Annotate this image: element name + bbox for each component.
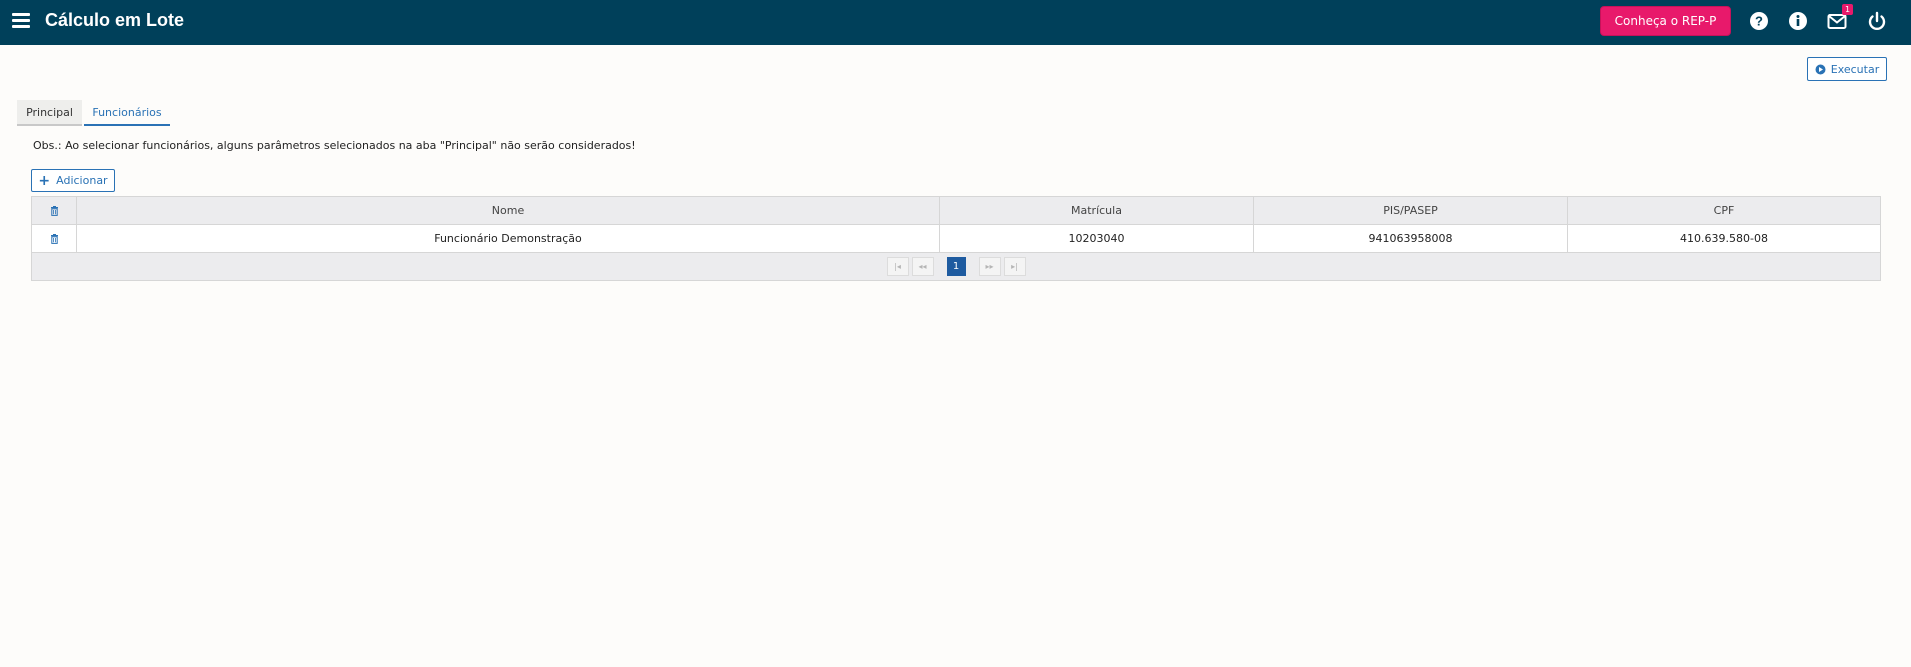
next-page-icon[interactable]: ▸▸ — [978, 257, 1001, 276]
info-icon[interactable] — [1787, 10, 1809, 32]
current-page-button[interactable]: 1 — [946, 257, 966, 276]
execute-label: Executar — [1830, 62, 1880, 76]
column-header-cpf[interactable]: CPF — [1568, 197, 1880, 224]
add-label: Adicionar — [56, 174, 108, 187]
tab-principal[interactable]: Principal — [17, 100, 82, 126]
cell-matricula: 10203040 — [940, 225, 1254, 252]
svg-text:?: ? — [1755, 14, 1763, 29]
cell-nome: Funcionário Demonstração — [77, 225, 940, 252]
delete-row-icon[interactable] — [32, 225, 77, 252]
column-header-nome[interactable]: Nome — [77, 197, 940, 224]
tab-funcionarios[interactable]: Funcionários — [84, 100, 170, 126]
power-icon[interactable] — [1866, 10, 1888, 32]
cell-pis-pasep: 941063958008 — [1254, 225, 1568, 252]
plus-icon: + — [38, 172, 51, 189]
rep-p-button[interactable]: Conheça o REP-P — [1600, 6, 1731, 36]
column-header-pis-pasep[interactable]: PIS/PASEP — [1254, 197, 1568, 224]
add-button[interactable]: + Adicionar — [31, 169, 115, 192]
menu-icon[interactable] — [12, 13, 30, 29]
table-header: Nome Matrícula PIS/PASEP CPF — [32, 197, 1880, 225]
execute-button[interactable]: Executar — [1807, 57, 1887, 81]
play-circle-icon — [1815, 64, 1826, 74]
top-bar: Cálculo em Lote Conheça o REP-P ? 1 — [0, 0, 1911, 45]
notice-text: Obs.: Ao selecionar funcionários, alguns… — [33, 139, 636, 152]
page-title: Cálculo em Lote — [45, 10, 185, 30]
employees-table: Nome Matrícula PIS/PASEP CPF Funcionário… — [31, 196, 1881, 281]
pagination: |◂ ◂◂ 1 ▸▸ ▸| — [32, 253, 1880, 280]
cell-cpf: 410.639.580-08 — [1680, 232, 1768, 245]
column-header-matricula[interactable]: Matrícula — [940, 197, 1254, 224]
last-page-icon[interactable]: ▸| — [1003, 257, 1026, 276]
first-page-icon[interactable]: |◂ — [886, 257, 909, 276]
delete-all-icon[interactable] — [32, 197, 77, 224]
help-icon[interactable]: ? — [1748, 10, 1770, 32]
prev-page-icon[interactable]: ◂◂ — [911, 257, 934, 276]
notification-badge: 1 — [1842, 4, 1853, 15]
table-row: Funcionário Demonstração 10203040 941063… — [32, 225, 1880, 253]
